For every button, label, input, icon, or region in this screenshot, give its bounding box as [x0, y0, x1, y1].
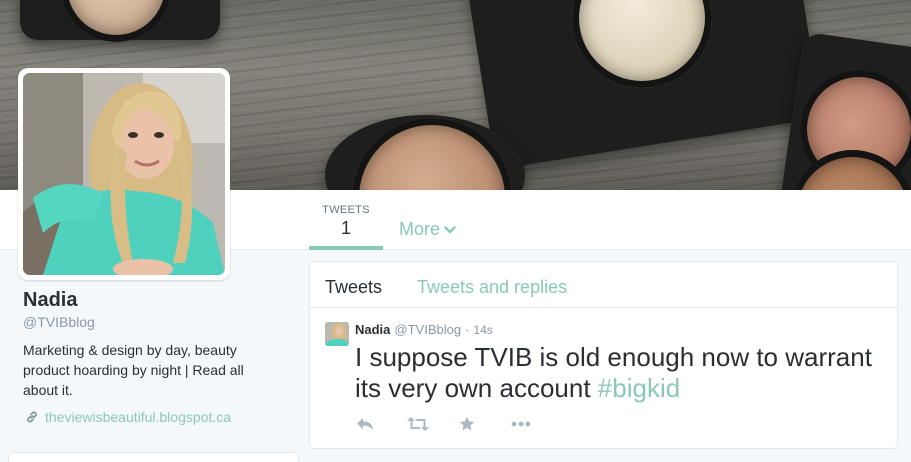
more-label: More: [399, 219, 441, 239]
tweet-item[interactable]: Nadia @TVIBblog · 14s I suppose TVIB is …: [310, 308, 897, 448]
tweet-actions: [355, 415, 563, 433]
timeline-tabs: Tweets Tweets and replies: [310, 262, 897, 308]
reply-button[interactable]: [355, 415, 407, 433]
tweet-author-name[interactable]: Nadia: [355, 322, 390, 337]
tweet-avatar[interactable]: [325, 322, 349, 346]
profile-website-link[interactable]: theviewisbeautiful.blogspot.ca: [25, 409, 231, 425]
tweet-text: I suppose TVIB is old enough now to warr…: [355, 342, 875, 404]
profile-bio: Marketing & design by day, beauty produc…: [23, 342, 244, 398]
chevron-down-icon: [444, 225, 456, 233]
tweet-header: Nadia @TVIBblog · 14s: [355, 322, 493, 337]
favorite-button[interactable]: [459, 415, 511, 433]
tweets-count-value: 1: [340, 218, 351, 238]
retweet-icon: [407, 417, 429, 431]
tweet-timestamp[interactable]: 14s: [473, 323, 492, 337]
profile-photo: [23, 73, 225, 275]
profile-website-text: theviewisbeautiful.blogspot.ca: [45, 409, 232, 425]
more-options-button[interactable]: [511, 415, 563, 433]
profile-name[interactable]: Nadia: [23, 289, 77, 312]
more-dropdown[interactable]: More: [399, 219, 456, 240]
retweet-button[interactable]: [407, 415, 459, 433]
profile-avatar[interactable]: [18, 68, 230, 280]
tweet-separator: ·: [465, 322, 470, 337]
tweets-count-tab[interactable]: TWEETS 1: [309, 190, 383, 250]
timeline: Tweets Tweets and replies Nadia @TVIBblo…: [309, 261, 898, 449]
tweet-author-handle[interactable]: @TVIBblog: [394, 322, 461, 337]
more-icon: [511, 421, 531, 427]
tweets-count-label: TWEETS: [322, 204, 370, 216]
reply-icon: [357, 418, 373, 430]
link-icon: [27, 411, 37, 423]
favorite-icon: [459, 416, 475, 431]
tab-tweets[interactable]: Tweets: [325, 277, 382, 298]
tweet-hashtag[interactable]: #bigkid: [598, 373, 680, 403]
sidebar-card: [8, 452, 299, 462]
profile-handle[interactable]: @TVIBblog: [23, 314, 95, 330]
tab-tweets-and-replies[interactable]: Tweets and replies: [417, 277, 567, 298]
